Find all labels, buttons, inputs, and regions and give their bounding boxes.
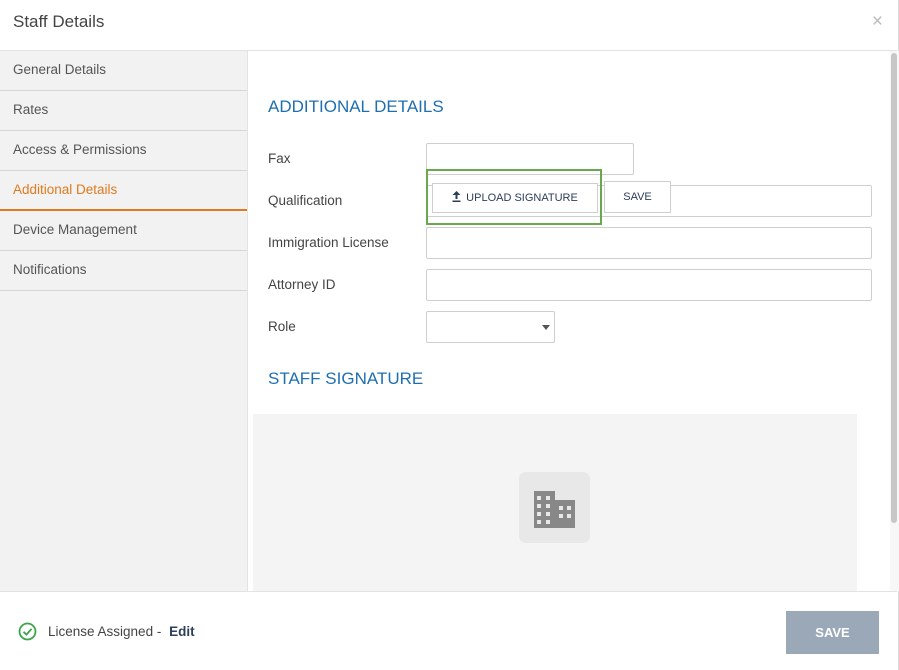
- sidebar-item-general-details[interactable]: General Details: [0, 51, 247, 91]
- upload-signature-label: UPLOAD SIGNATURE: [466, 192, 578, 204]
- sidebar-item-access-permissions[interactable]: Access & Permissions: [0, 131, 247, 171]
- save-button[interactable]: SAVE: [786, 611, 879, 654]
- modal-title: Staff Details: [13, 12, 105, 31]
- qualification-label: Qualification: [268, 193, 343, 208]
- role-label: Role: [268, 319, 296, 334]
- scrollbar-thumb[interactable]: [891, 53, 897, 523]
- sidebar-item-additional-details[interactable]: Additional Details: [0, 171, 247, 211]
- close-icon[interactable]: ×: [872, 12, 883, 32]
- building-icon: [519, 472, 590, 543]
- sidebar-item-rates[interactable]: Rates: [0, 91, 247, 131]
- upload-icon: [452, 191, 461, 205]
- sidebar-item-device-management[interactable]: Device Management: [0, 211, 247, 251]
- upload-signature-highlight: UPLOAD SIGNATURE: [426, 169, 602, 225]
- fax-label: Fax: [268, 151, 291, 166]
- license-status: License Assigned - Edit: [18, 622, 195, 641]
- attorney-id-input[interactable]: [426, 269, 872, 301]
- staff-details-modal: Staff Details × General Details Rates Ac…: [0, 0, 899, 670]
- caret-down-icon: [542, 325, 550, 330]
- role-select[interactable]: [426, 311, 555, 343]
- immigration-license-input[interactable]: [426, 227, 872, 259]
- save-signature-button[interactable]: SAVE: [604, 181, 671, 213]
- modal-footer: License Assigned - Edit SAVE: [0, 591, 897, 670]
- scrollbar[interactable]: [890, 51, 899, 591]
- main-content: ADDITIONAL DETAILS Fax Qualification Imm…: [248, 51, 890, 591]
- immigration-license-label: Immigration License: [268, 235, 389, 250]
- signature-area: [253, 414, 857, 591]
- sidebar: General Details Rates Access & Permissio…: [0, 51, 248, 591]
- sidebar-item-notifications[interactable]: Notifications: [0, 251, 247, 291]
- additional-details-title: ADDITIONAL DETAILS: [268, 97, 444, 116]
- license-text: License Assigned -: [48, 624, 166, 639]
- edit-link[interactable]: Edit: [169, 624, 195, 639]
- upload-signature-button[interactable]: UPLOAD SIGNATURE: [432, 183, 598, 213]
- attorney-id-label: Attorney ID: [268, 277, 336, 292]
- staff-signature-title: STAFF SIGNATURE: [268, 369, 424, 388]
- check-circle-icon: [18, 622, 37, 641]
- modal-header: Staff Details ×: [0, 0, 897, 51]
